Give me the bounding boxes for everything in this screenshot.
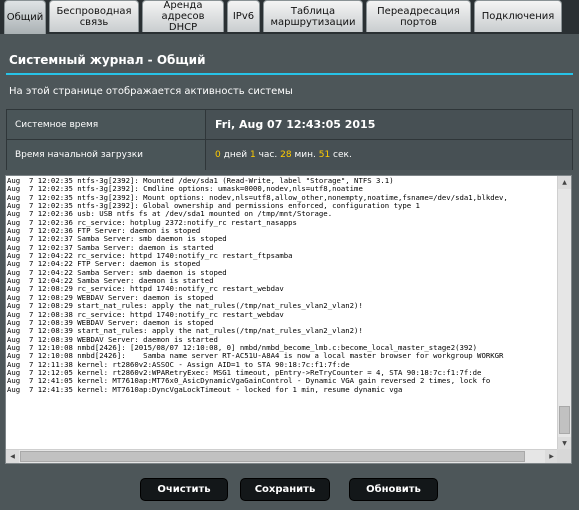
boot-time-row: Время начальной загрузки 0 дней 1 час. 2… — [7, 140, 572, 170]
page-description: На этой странице отображается активность… — [9, 86, 293, 97]
tab-label: связь — [79, 16, 109, 28]
tab-general[interactable]: Общий — [4, 0, 46, 34]
uptime-minutes-label: мин. — [294, 150, 316, 160]
uptime-days-label: дней — [223, 150, 248, 160]
system-log-text: Aug 7 12:02:35 ntfs-3g[2392]: Mounted /d… — [7, 177, 558, 450]
tab-label: адресов — [161, 11, 205, 22]
tab-label: портов — [400, 16, 437, 28]
uptime-value: 0 дней 1 час. 28 мин. 51 сек. — [206, 140, 572, 170]
tab-bar: Общий Беспроводная связь Аренда адресов … — [0, 0, 579, 34]
uptime-hours-label: час. — [258, 150, 278, 160]
scrollbar-corner — [557, 449, 571, 463]
tab-label: маршрутизации — [270, 16, 356, 28]
scroll-up-icon[interactable]: ▲ — [558, 176, 571, 189]
tab-label: IPv6 — [232, 11, 255, 22]
tab-wireless[interactable]: Беспроводная связь — [49, 0, 139, 32]
save-button[interactable]: Сохранить — [240, 478, 330, 501]
log-vertical-scrollbar[interactable]: ▲ ▼ — [557, 176, 571, 450]
tab-label: Подключения — [481, 11, 555, 22]
tab-label: Общий — [6, 12, 44, 23]
uptime-days: 0 — [215, 150, 221, 160]
tab-label: Переадресация — [377, 5, 460, 17]
system-info-table: Системное время Fri, Aug 07 12:43:05 201… — [6, 109, 573, 170]
system-time-row: Системное время Fri, Aug 07 12:43:05 201… — [7, 110, 572, 140]
uptime-seconds: 51 — [318, 150, 331, 160]
tab-label: Таблица — [290, 5, 336, 17]
boot-time-label: Время начальной загрузки — [7, 140, 206, 170]
tab-port-forwarding[interactable]: Переадресация портов — [366, 0, 471, 32]
title-divider — [6, 73, 573, 75]
tab-dhcp-leases[interactable]: Аренда адресов DHCP — [142, 0, 224, 33]
system-time-label: Системное время — [7, 110, 206, 139]
tab-ipv6[interactable]: IPv6 — [227, 0, 260, 32]
scroll-left-icon[interactable]: ◀ — [6, 450, 19, 463]
clear-button[interactable]: Очистить — [140, 478, 228, 501]
tab-label: Беспроводная — [56, 5, 132, 17]
tab-label: Аренда — [163, 0, 203, 11]
uptime-minutes: 28 — [280, 150, 292, 160]
system-log-textarea[interactable]: Aug 7 12:02:35 ntfs-3g[2392]: Mounted /d… — [5, 175, 572, 464]
uptime-hours: 1 — [249, 150, 256, 160]
tab-connections[interactable]: Подключения — [474, 0, 562, 32]
log-line: Aug 7 12:41:35 kernel: MT7610ap:DyncVgaL… — [7, 384, 403, 394]
log-horizontal-scrollbar[interactable]: ◀ ▶ — [6, 449, 558, 463]
uptime-seconds-label: сек. — [333, 150, 352, 160]
vertical-scroll-thumb[interactable] — [559, 406, 570, 434]
horizontal-scroll-thumb[interactable] — [20, 451, 525, 462]
system-time-value: Fri, Aug 07 12:43:05 2015 — [215, 118, 376, 131]
tab-label: DHCP — [168, 22, 198, 33]
page-title: Системный журнал - Общий — [9, 53, 206, 67]
tab-routing-table[interactable]: Таблица маршрутизации — [263, 0, 363, 32]
refresh-button[interactable]: Обновить — [349, 478, 438, 501]
